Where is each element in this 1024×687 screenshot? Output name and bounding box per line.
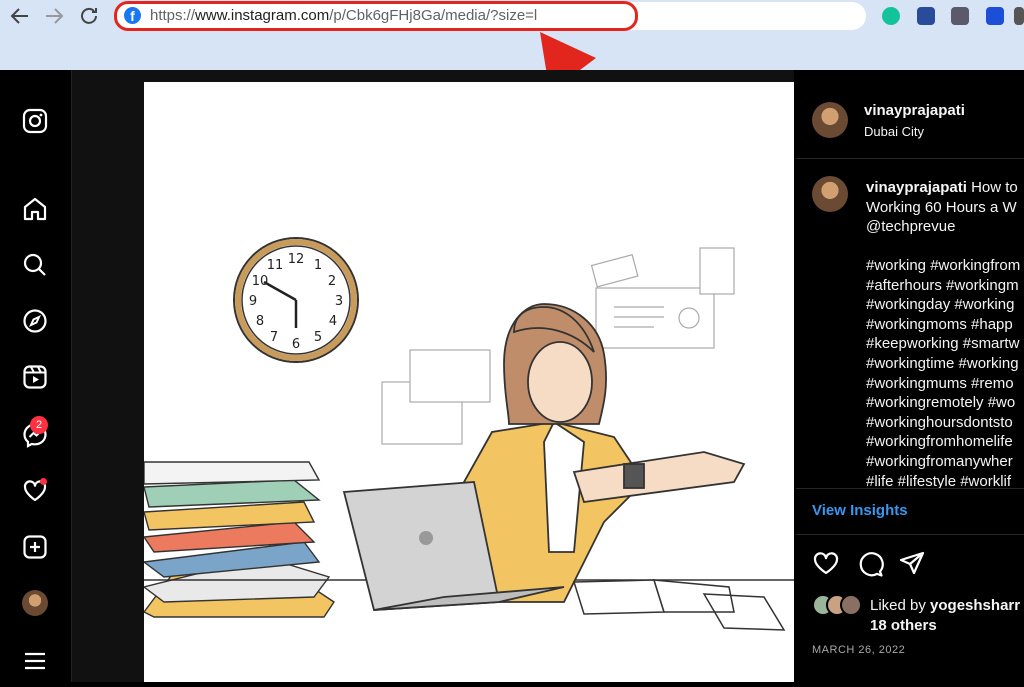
back-icon[interactable] [8,4,32,28]
hashtags: #working #workingfrom #afterhours #worki… [866,257,1021,490]
messages-badge: 2 [30,416,48,434]
svg-text:9: 9 [249,294,257,309]
url-highlight-annotation [114,1,638,31]
svg-text:2: 2 [328,274,336,289]
caption-username[interactable]: vinayprajapati [866,179,967,196]
divider [796,534,1024,535]
divider [796,488,1024,489]
grammarly-icon[interactable] [882,7,900,25]
author-avatar[interactable] [812,102,848,138]
liked-by-text[interactable]: Liked by yogeshsharr 18 others [870,596,1020,636]
svg-text:11: 11 [267,258,284,273]
caption: vinayprajapati How to Working 60 Hours a… [866,179,1018,236]
svg-text:1: 1 [314,258,322,273]
post-image[interactable]: 12 1 2 345 678 9 10 11 [142,82,794,682]
explore-compass-icon[interactable] [22,308,48,334]
illustration-woman-checking-watch: 12 12 345 678 91011 [142,237,794,631]
comment-icon[interactable] [856,550,884,578]
sidebar: 2 [0,70,72,682]
author-username[interactable]: vinayprajapati [864,102,965,119]
divider [796,158,1024,159]
extension-icon[interactable] [1014,7,1024,25]
like-heart-icon[interactable] [812,550,840,578]
svg-text:3: 3 [335,294,343,309]
browser-toolbar: f https://www.instagram.com/p/Cbk6gFHj8G… [0,0,1024,152]
share-send-icon[interactable] [898,550,926,578]
svg-text:4: 4 [329,314,337,329]
caption-avatar[interactable] [812,176,848,212]
search-icon[interactable] [22,252,48,278]
shield-extension-icon[interactable] [951,7,969,25]
liker-avatar [840,594,862,616]
wave-extension-icon[interactable] [986,7,1004,25]
home-icon[interactable] [22,196,48,222]
svg-text:8: 8 [256,314,264,329]
reels-icon[interactable] [22,364,48,390]
post-details-panel: vinayprajapati Dubai City vinayprajapati… [796,70,1024,682]
view-insights-link[interactable]: View Insights [812,502,908,519]
instagram-logo-icon[interactable] [22,108,48,134]
svg-text:6: 6 [292,337,300,352]
menu-icon[interactable] [22,648,48,674]
forward-icon[interactable] [42,4,66,28]
svg-text:5: 5 [314,330,322,345]
svg-text:7: 7 [270,330,278,345]
post-date: MARCH 26, 2022 [812,644,906,656]
svg-text:12: 12 [288,252,305,267]
create-plus-icon[interactable] [22,534,48,560]
post-location[interactable]: Dubai City [864,124,924,139]
reload-icon[interactable] [77,4,101,28]
wall-clock-icon: 12 12 345 678 91011 [233,237,359,363]
liked-by-avatars[interactable] [812,594,870,616]
profile-avatar[interactable] [22,590,48,616]
search-extension-icon[interactable] [917,7,935,25]
notification-dot [40,478,47,485]
svg-text:10: 10 [252,274,269,289]
